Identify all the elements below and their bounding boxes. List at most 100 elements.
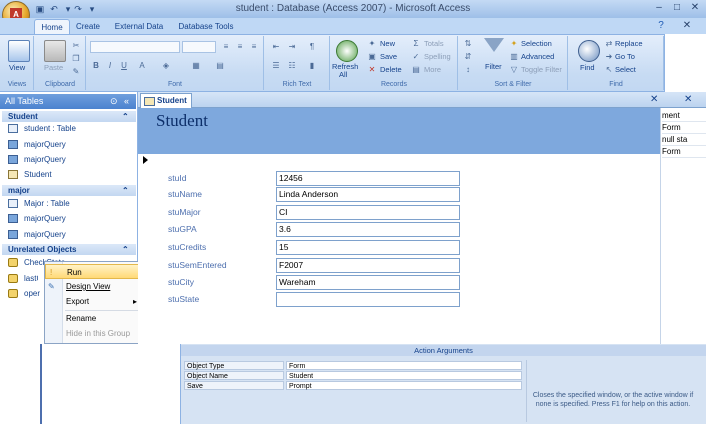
sort-descending-icon[interactable]: ⇵ [462,51,474,63]
more-button[interactable]: More [424,64,441,75]
tab-student-form[interactable]: Student [140,93,192,108]
underline-icon[interactable]: U [118,60,130,72]
nav-group-student[interactable]: Student ⌃ [2,111,136,122]
text-direction-icon[interactable]: ¶ [306,41,318,53]
nav-item-student-form[interactable]: Student [8,168,52,182]
gridlines-icon[interactable]: ▦ [190,60,202,72]
ribbon-close-icon[interactable]: ✕ [680,20,694,32]
close-document-icon[interactable]: ✕ [650,94,658,105]
filter-icon[interactable] [484,38,504,52]
field-stumajor[interactable]: CI [276,205,460,220]
filter-button[interactable]: Filter [485,61,502,72]
maximize-icon[interactable]: □ [670,2,684,14]
font-color-icon[interactable]: A [136,60,148,72]
alternate-fill-icon[interactable]: ▤ [214,60,226,72]
sort-ascending-icon[interactable]: ⇅ [462,38,474,50]
argument-row[interactable]: Object Type Form [184,361,524,371]
goto-icon[interactable]: ➜ [603,51,615,63]
font-size-field[interactable] [182,41,216,53]
delete-record-icon[interactable]: ✕ [366,64,378,76]
field-stustate[interactable] [276,292,460,307]
argument-row[interactable]: Object Name Student [184,371,524,381]
font-name-field[interactable] [90,41,180,53]
advanced-button[interactable]: Advanced [521,51,554,62]
align-right-icon[interactable]: ≡ [248,41,260,53]
find-icon[interactable] [578,40,600,62]
field-stugpa[interactable]: 3.6 [276,222,460,237]
goto-button[interactable]: Go To [615,51,635,62]
tab-home[interactable]: Home [34,19,70,34]
field-stuid[interactable]: 12456 [276,171,460,186]
tab-database-tools[interactable]: Database Tools [174,19,238,34]
replace-icon[interactable]: ⇄ [603,38,615,50]
record-selector[interactable] [138,154,153,344]
nav-item-lastc[interactable]: lastC [8,272,38,286]
behind-cell[interactable]: null sta [662,134,706,146]
context-run[interactable]: ! Run [45,264,143,279]
behind-cell[interactable]: Form [662,122,706,134]
delete-record-button[interactable]: Delete [380,64,402,75]
format-painter-icon[interactable]: ✎ [70,66,82,78]
context-design-view[interactable]: ✎ Design View [45,279,143,294]
field-stucredits[interactable]: 15 [276,240,460,255]
view-button[interactable]: View [9,62,25,73]
bold-icon[interactable]: B [90,60,102,72]
numbering-icon[interactable]: ☷ [286,60,298,72]
align-center-icon[interactable]: ≡ [234,41,246,53]
nav-item-oper[interactable]: oper [8,287,42,301]
chevron-up-icon[interactable]: ⌃ [122,185,129,196]
cut-icon[interactable]: ✂ [70,40,82,52]
nav-group-unrelated[interactable]: Unrelated Objects ⌃ [2,244,136,255]
field-stusementered[interactable]: F2007 [276,258,460,273]
spelling-button[interactable]: Spelling [424,51,451,62]
italic-icon[interactable]: I [104,60,116,72]
nav-item-majorquery-4[interactable]: majorQuery [8,228,66,242]
select-icon[interactable]: ↖ [603,64,615,76]
find-button[interactable]: Find [580,62,595,73]
replace-button[interactable]: Replace [615,38,643,49]
nav-item-student-table[interactable]: student : Table [8,122,76,136]
refresh-label-line2[interactable]: All [339,69,347,80]
argument-row[interactable]: Save Prompt [184,381,524,391]
new-record-icon[interactable]: ✦ [366,38,378,50]
argument-value[interactable]: Form [286,361,522,370]
bullets-icon[interactable]: ☰ [270,60,282,72]
refresh-icon[interactable] [336,40,358,62]
selection-icon[interactable]: ✦ [508,38,520,50]
minimize-icon[interactable]: – [652,2,666,14]
paste-button[interactable]: Paste [44,62,63,73]
select-button[interactable]: Select [615,64,636,75]
nav-item-major-table[interactable]: Major : Table [8,197,70,211]
context-hide-in-group[interactable]: Hide in this Group [45,326,143,341]
nav-dropdown-icon[interactable]: ⊙ [110,94,118,109]
chevron-up-icon[interactable]: ⌃ [122,244,129,255]
increase-indent-icon[interactable]: ⇥ [286,41,298,53]
spelling-icon[interactable]: ✓ [410,51,422,63]
argument-value[interactable]: Student [286,371,522,380]
nav-collapse-icon[interactable]: « [124,94,129,109]
clear-sort-icon[interactable]: ↕ [462,64,474,76]
field-stuname[interactable]: Linda Anderson [276,187,460,202]
nav-group-major[interactable]: major ⌃ [2,185,136,196]
totals-button[interactable]: Totals [424,38,444,49]
chevron-up-icon[interactable]: ⌃ [122,111,129,122]
save-record-button[interactable]: Save [380,51,397,62]
context-rename[interactable]: Rename [45,311,143,326]
close-behind-icon[interactable]: ✕ [684,94,692,105]
argument-value[interactable]: Prompt [286,381,522,390]
behind-cell[interactable]: Form [662,146,706,158]
tab-create[interactable]: Create [72,19,104,34]
totals-icon[interactable]: Σ [410,38,422,50]
copy-icon[interactable]: ❐ [70,53,82,65]
toggle-filter-button[interactable]: Toggle Filter [521,64,562,75]
close-icon[interactable]: ✕ [688,2,702,14]
tab-external-data[interactable]: External Data [110,19,168,34]
fill-color-icon[interactable]: ◈ [160,60,172,72]
selection-button[interactable]: Selection [521,38,552,49]
nav-header[interactable]: All Tables ⊙ « [0,94,136,109]
nav-item-majorquery-2[interactable]: majorQuery [8,153,66,167]
advanced-icon[interactable]: ▥ [508,51,520,63]
highlight-icon[interactable]: ▮ [306,60,318,72]
view-icon[interactable] [8,40,30,62]
align-left-icon[interactable]: ≡ [220,41,232,53]
